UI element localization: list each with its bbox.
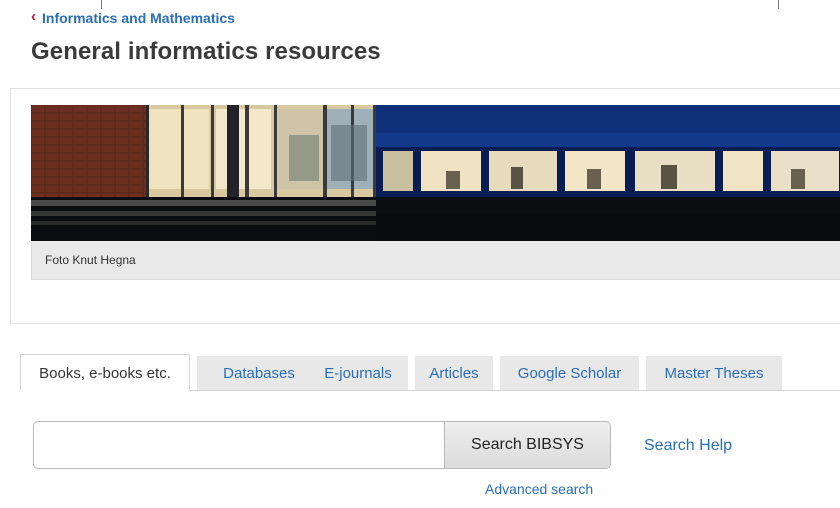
tab-e-journals[interactable]: E-journals bbox=[308, 356, 408, 390]
tab-google-scholar[interactable]: Google Scholar bbox=[500, 356, 639, 390]
search-input[interactable] bbox=[33, 421, 445, 469]
advanced-search-link[interactable]: Advanced search bbox=[485, 481, 593, 497]
search-bibsys-button[interactable]: Search BIBSYS bbox=[444, 421, 611, 469]
tab-databases[interactable]: Databases bbox=[197, 356, 321, 390]
page: ‹ Informatics and Mathematics General in… bbox=[0, 0, 840, 508]
page-title: General informatics resources bbox=[31, 38, 381, 65]
edge-tick bbox=[778, 0, 779, 9]
breadcrumb: ‹ Informatics and Mathematics bbox=[31, 8, 235, 26]
hero-panel: Foto Knut Hegna bbox=[10, 88, 840, 324]
library-building-photo bbox=[31, 105, 840, 241]
chevron-left-icon[interactable]: ‹ bbox=[31, 8, 36, 25]
search-help-link[interactable]: Search Help bbox=[644, 437, 732, 455]
tab-master-theses[interactable]: Master Theses bbox=[646, 356, 782, 390]
breadcrumb-parent-link[interactable]: Informatics and Mathematics bbox=[42, 10, 235, 26]
photo-credit: Foto Knut Hegna bbox=[45, 253, 136, 267]
tab-books-ebooks[interactable]: Books, e-books etc. bbox=[20, 354, 190, 391]
tab-articles[interactable]: Articles bbox=[415, 356, 493, 390]
hero-photo bbox=[31, 105, 840, 241]
photo-caption: Foto Knut Hegna bbox=[31, 241, 840, 280]
search-tabs: Books, e-books etc. Databases E-journals… bbox=[20, 354, 840, 391]
edge-tick bbox=[101, 0, 102, 9]
